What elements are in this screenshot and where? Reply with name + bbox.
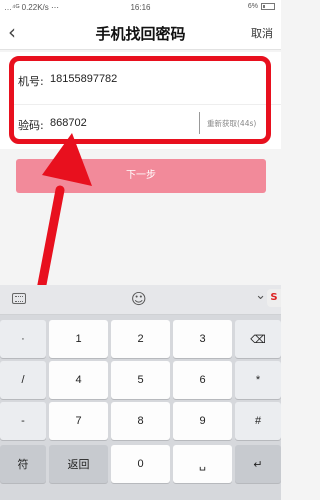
emoji-icon[interactable]: ☺ (131, 290, 147, 308)
cancel-button[interactable]: 取消 (251, 25, 273, 41)
key-7[interactable]: 7 (49, 402, 108, 440)
nav-bar: ‹ 手机找回密码 取消 (0, 16, 281, 50)
key-4[interactable]: 4 (49, 361, 108, 399)
keyboard-icon[interactable] (12, 293, 26, 304)
battery-percent: 6% (247, 3, 258, 10)
key-2[interactable]: 2 (111, 320, 170, 358)
key-dot[interactable]: · (0, 320, 46, 358)
key-star[interactable]: * (235, 361, 281, 399)
numeric-keyboard: ☺ ⌄ S · / + 1 2 3 4 5 6 7 8 9 - ⌫ * # 符 … (0, 285, 281, 500)
battery-area: 6% (248, 3, 275, 10)
backspace-key[interactable]: ⌫ (235, 320, 281, 358)
enter-key[interactable]: ↵ (235, 445, 281, 483)
back-key[interactable]: 返回 (49, 445, 108, 483)
sogou-icon: S (267, 289, 281, 307)
key-3[interactable]: 3 (173, 320, 232, 358)
collapse-chevron-icon[interactable]: ⌄ (255, 288, 266, 303)
key-6[interactable]: 6 (173, 361, 232, 399)
key-0[interactable]: 0 (111, 445, 170, 483)
key-1[interactable]: 1 (49, 320, 108, 358)
page-title: 手机找回密码 (95, 25, 186, 43)
key-hash[interactable]: # (235, 402, 281, 440)
key-slash[interactable]: / (0, 361, 46, 399)
symbols-key[interactable]: 符 (0, 445, 46, 483)
key-9[interactable]: 9 (173, 402, 232, 440)
next-step-button[interactable]: 下一步 (16, 159, 266, 193)
status-bar: …⁴ᴳ 0.22K/s ⋯ 16:16 6% (0, 0, 281, 16)
key-8[interactable]: 8 (111, 402, 170, 440)
annotation-highlight-box (9, 56, 271, 144)
keyboard-toolbar: ☺ ⌄ S (0, 285, 281, 315)
space-key[interactable]: ␣ (173, 445, 232, 483)
battery-icon (261, 3, 275, 10)
key-minus[interactable]: - (0, 402, 46, 440)
clock: 16:16 (130, 3, 151, 12)
key-5[interactable]: 5 (111, 361, 170, 399)
